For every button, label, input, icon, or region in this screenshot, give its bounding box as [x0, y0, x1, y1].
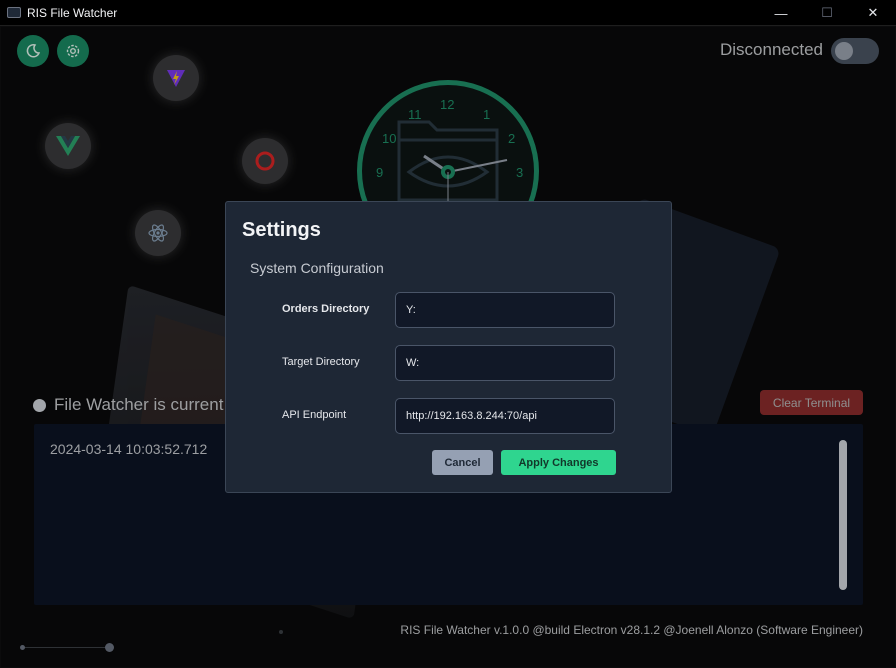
- orders-directory-input[interactable]: [395, 292, 615, 328]
- minimize-icon: —: [774, 5, 788, 21]
- main-area: Disconnected 12 1 2 3 9 10 11 File Watch…: [1, 27, 895, 667]
- close-icon: ✕: [867, 5, 879, 20]
- maximize-icon: ☐: [821, 5, 833, 20]
- target-directory-input[interactable]: [395, 345, 615, 381]
- api-endpoint-input[interactable]: [395, 398, 615, 434]
- title-bar: RIS File Watcher — ☐ ✕: [0, 0, 896, 26]
- modal-subtitle: System Configuration: [250, 260, 384, 276]
- modal-title: Settings: [242, 219, 321, 241]
- apply-changes-button[interactable]: Apply Changes: [501, 450, 616, 475]
- orders-directory-label: Orders Directory: [282, 303, 370, 315]
- target-directory-label: Target Directory: [282, 356, 360, 368]
- app-icon: [7, 7, 21, 18]
- api-endpoint-label: API Endpoint: [282, 409, 347, 421]
- maximize-button[interactable]: ☐: [804, 0, 850, 26]
- cancel-button[interactable]: Cancel: [432, 450, 493, 475]
- window-title: RIS File Watcher: [27, 5, 118, 20]
- minimize-button[interactable]: —: [758, 0, 804, 26]
- settings-modal: Settings System Configuration Orders Dir…: [225, 201, 672, 493]
- close-button[interactable]: ✕: [850, 0, 896, 26]
